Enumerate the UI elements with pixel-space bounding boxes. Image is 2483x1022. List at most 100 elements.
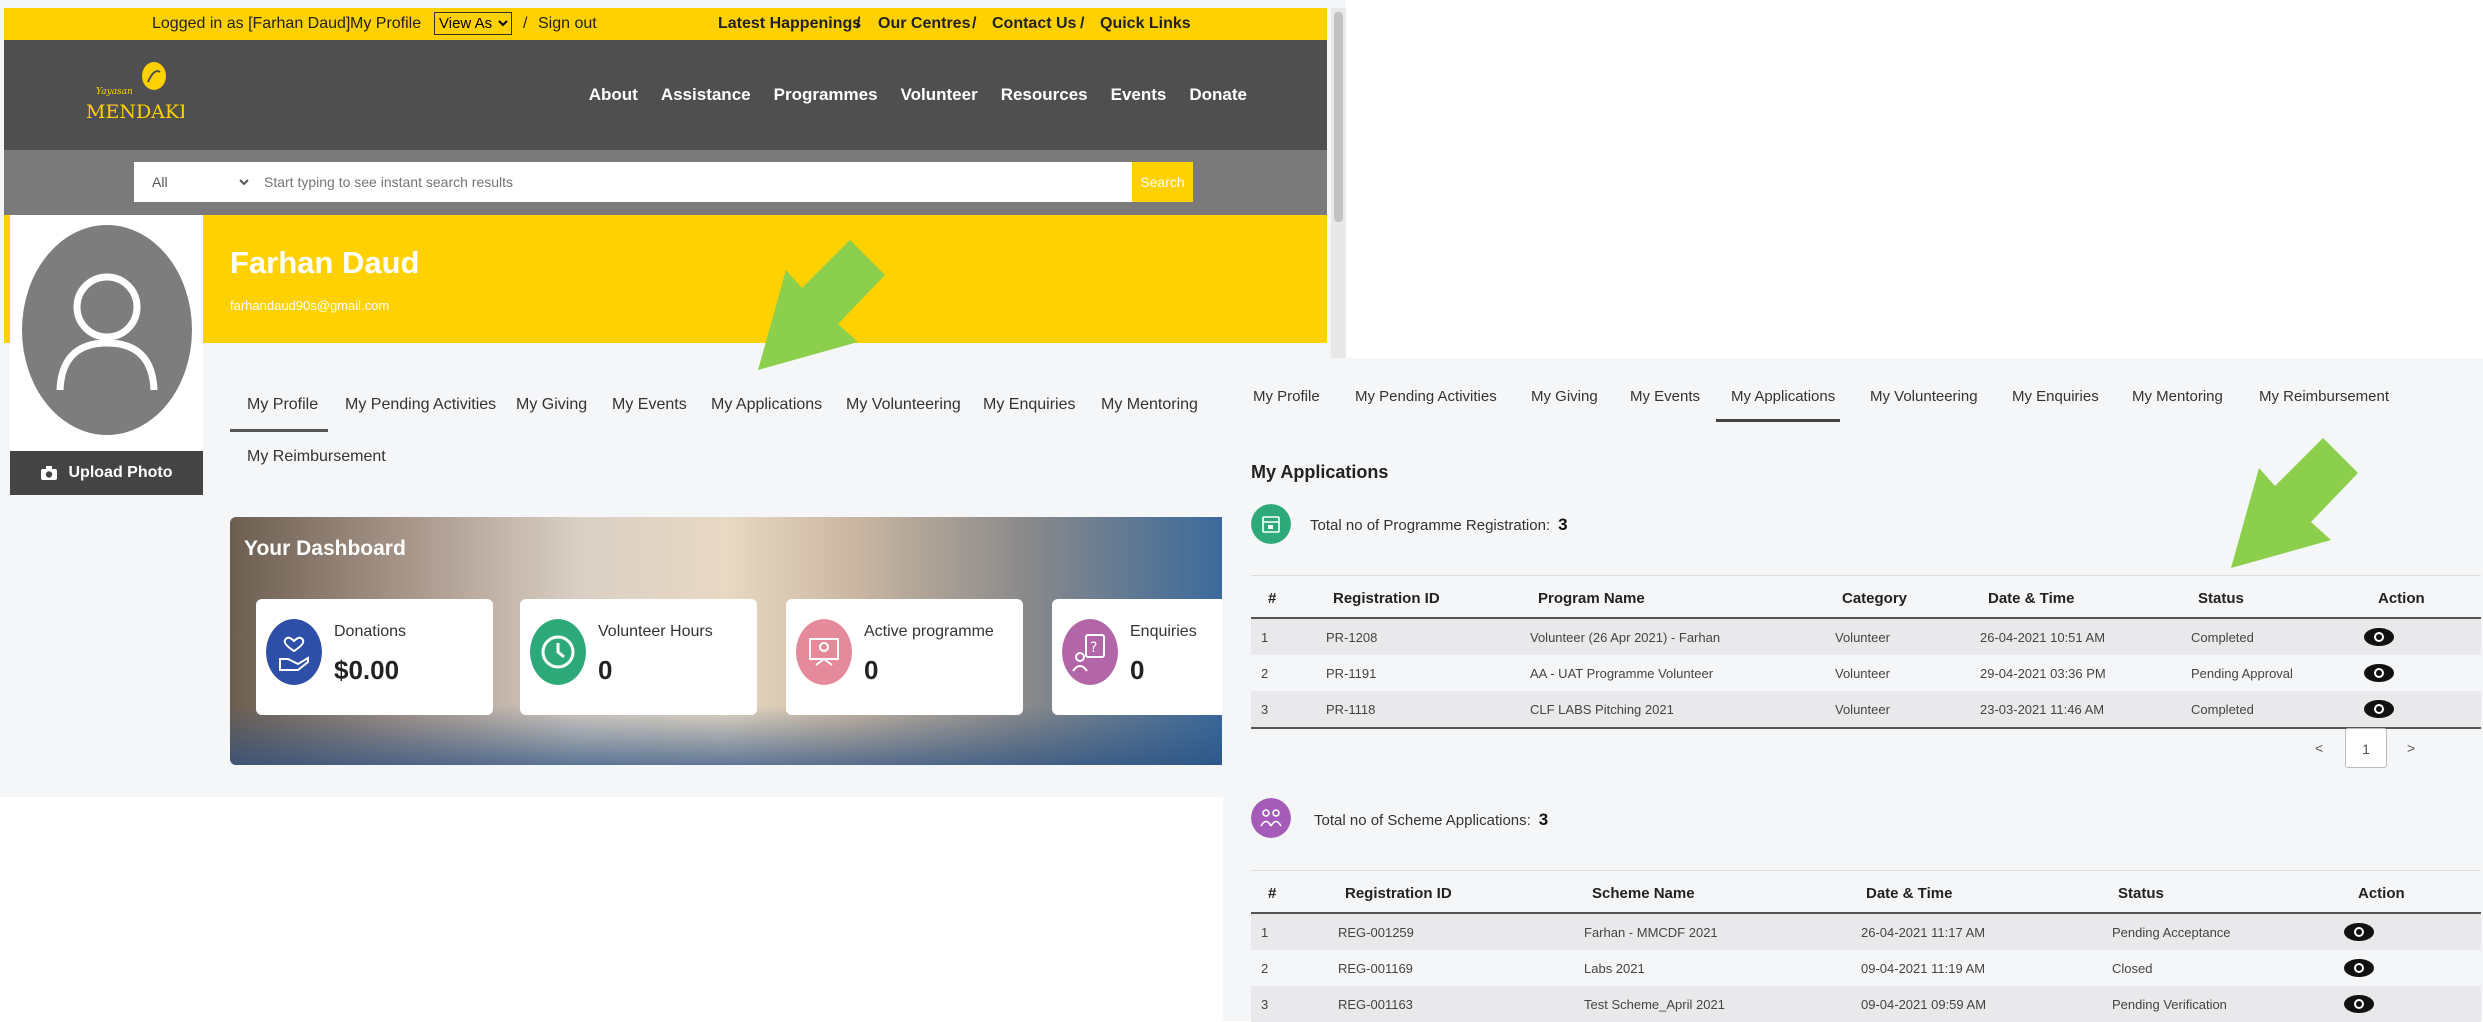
our-centres-link[interactable]: Our Centres xyxy=(878,8,970,40)
cell-number: 1 xyxy=(1261,630,1269,645)
tab-my-applications[interactable]: My Applications xyxy=(1731,388,1835,405)
nav-events[interactable]: Events xyxy=(1111,85,1167,105)
nav-donate[interactable]: Donate xyxy=(1189,85,1247,105)
tab-my-pending-activities[interactable]: My Pending Activities xyxy=(1355,388,1497,405)
tab-my-mentoring[interactable]: My Mentoring xyxy=(2132,388,2223,405)
cell-date-time: 09-04-2021 09:59 AM xyxy=(1861,997,1987,1012)
nav-resources[interactable]: Resources xyxy=(1001,85,1088,105)
latest-happenings-link[interactable]: Latest Happenings xyxy=(718,8,861,40)
page-1-button[interactable]: 1 xyxy=(2345,728,2387,768)
tab-my-giving[interactable]: My Giving xyxy=(516,396,587,414)
tab-my-mentoring[interactable]: My Mentoring xyxy=(1101,396,1198,414)
table-row: 3 REG-001163 Test Scheme_April 2021 09-0… xyxy=(1251,986,2481,1022)
tab-my-volunteering[interactable]: My Volunteering xyxy=(846,396,961,414)
volunteer-hours-card[interactable]: Volunteer Hours 0 xyxy=(520,599,757,715)
svg-text:Yayasan: Yayasan xyxy=(96,87,133,97)
col-number: # xyxy=(1268,590,1277,607)
separator: / xyxy=(1080,15,1085,32)
nav-programmes[interactable]: Programmes xyxy=(774,85,878,105)
logged-in-text: Logged in as [Farhan Daud] xyxy=(152,15,351,32)
cell-registration-id: REG-001259 xyxy=(1338,925,1414,940)
svg-text:?: ? xyxy=(1090,640,1097,656)
table-header: # Registration ID Scheme Name Date & Tim… xyxy=(1251,870,2481,914)
mendaki-logo[interactable]: Yayasan MENDAKI xyxy=(84,60,184,130)
cell-status: Completed xyxy=(2191,630,2254,645)
right-screenshot: My Profile My Pending Activities My Givi… xyxy=(1223,358,2483,1022)
table-bottom-border xyxy=(1251,727,2481,729)
green-arrow-annotation xyxy=(2231,438,2358,568)
col-scheme-name: Scheme Name xyxy=(1592,885,1695,902)
view-eye-icon[interactable] xyxy=(2344,959,2374,977)
cell-registration-id: REG-001163 xyxy=(1338,997,1413,1012)
tab-my-volunteering[interactable]: My Volunteering xyxy=(1870,388,1978,405)
search-input[interactable] xyxy=(252,162,1132,202)
dashboard-panel: Your Dashboard Donations $0.00 Volunteer… xyxy=(230,517,1222,765)
contact-us-link[interactable]: Contact Us xyxy=(992,8,1076,40)
sign-out-link[interactable]: Sign out xyxy=(538,8,597,40)
active-programme-card[interactable]: Active programme 0 xyxy=(786,599,1023,715)
prev-page-button[interactable]: < xyxy=(2315,728,2323,768)
view-eye-icon[interactable] xyxy=(2364,628,2394,646)
tab-my-enquiries[interactable]: My Enquiries xyxy=(983,396,1075,414)
tab-my-events[interactable]: My Events xyxy=(1630,388,1700,405)
cell-date-time: 23-03-2021 11:46 AM xyxy=(1980,702,2105,717)
profile-photo-card: Upload Photo xyxy=(10,215,203,495)
search-bar: All Search xyxy=(4,150,1327,215)
tab-my-enquiries[interactable]: My Enquiries xyxy=(2012,388,2099,405)
cell-status: Closed xyxy=(2112,961,2153,976)
col-date-time: Date & Time xyxy=(1988,590,2075,607)
enquiries-label: Enquiries xyxy=(1130,623,1197,640)
tab-my-profile[interactable]: My Profile xyxy=(247,396,318,414)
view-eye-icon[interactable] xyxy=(2364,700,2394,718)
col-registration-id: Registration ID xyxy=(1345,885,1452,902)
active-tab-indicator xyxy=(230,429,328,432)
cell-registration-id: REG-001169 xyxy=(1338,961,1413,976)
cell-program-name: CLF LABS Pitching 2021 xyxy=(1530,702,1674,717)
cell-number: 3 xyxy=(1261,997,1269,1012)
profile-name: Farhan Daud xyxy=(230,245,420,280)
upload-photo-button[interactable]: Upload Photo xyxy=(10,451,203,495)
cell-scheme-name: Farhan - MMCDF 2021 xyxy=(1584,925,1718,940)
tab-my-profile[interactable]: My Profile xyxy=(1253,388,1320,405)
programme-board-icon xyxy=(796,619,852,685)
tab-my-giving[interactable]: My Giving xyxy=(1531,388,1598,405)
nav-assistance[interactable]: Assistance xyxy=(661,85,751,105)
nav-volunteer[interactable]: Volunteer xyxy=(901,85,978,105)
enquiries-card[interactable]: ? Enquiries 0 xyxy=(1052,599,1222,715)
donation-hand-icon xyxy=(266,619,322,685)
donations-card[interactable]: Donations $0.00 xyxy=(256,599,493,715)
tab-my-events[interactable]: My Events xyxy=(612,396,687,414)
cell-status: Pending Approval xyxy=(2191,666,2293,681)
section-title: My Applications xyxy=(1251,462,1389,482)
cell-date-time: 26-04-2021 10:51 AM xyxy=(1980,630,2106,645)
view-eye-icon[interactable] xyxy=(2344,923,2374,941)
cell-category: Volunteer xyxy=(1835,702,1890,717)
scrollbar-thumb[interactable] xyxy=(1334,12,1343,222)
my-profile-link[interactable]: My Profile xyxy=(350,8,421,40)
enquiries-value: 0 xyxy=(1130,655,1145,685)
next-page-button[interactable]: > xyxy=(2407,728,2415,768)
nav-about[interactable]: About xyxy=(589,85,638,105)
profile-email: farhandaud90s@gmail.com xyxy=(230,298,390,313)
tab-my-applications[interactable]: My Applications xyxy=(711,396,822,414)
quick-links-link[interactable]: Quick Links xyxy=(1100,8,1191,40)
view-as-select[interactable]: View As xyxy=(434,12,512,35)
view-eye-icon[interactable] xyxy=(2344,995,2374,1013)
table-row: 1 PR-1208 Volunteer (26 Apr 2021) - Farh… xyxy=(1251,619,2481,655)
scheme-count-text: Total no of Scheme Applications: xyxy=(1314,812,1531,829)
volunteer-hours-value: 0 xyxy=(598,655,613,685)
cell-registration-id: PR-1118 xyxy=(1326,702,1376,717)
cell-status: Completed xyxy=(2191,702,2254,717)
cell-scheme-name: Labs 2021 xyxy=(1584,961,1645,976)
calendar-icon xyxy=(1251,504,1291,544)
top-utility-bar: Logged in as [Farhan Daud] My Profile Vi… xyxy=(4,8,1327,40)
page-scrollbar[interactable] xyxy=(1331,8,1346,358)
tab-my-reimbursement[interactable]: My Reimbursement xyxy=(247,448,386,466)
col-date-time: Date & Time xyxy=(1866,885,1953,902)
search-button[interactable]: Search xyxy=(1132,162,1193,202)
tab-my-pending-activities[interactable]: My Pending Activities xyxy=(345,396,496,414)
programme-table: # Registration ID Program Name Category … xyxy=(1251,575,2481,729)
tab-my-reimbursement[interactable]: My Reimbursement xyxy=(2259,388,2389,405)
search-category-select[interactable]: All xyxy=(134,162,252,202)
view-eye-icon[interactable] xyxy=(2364,664,2394,682)
